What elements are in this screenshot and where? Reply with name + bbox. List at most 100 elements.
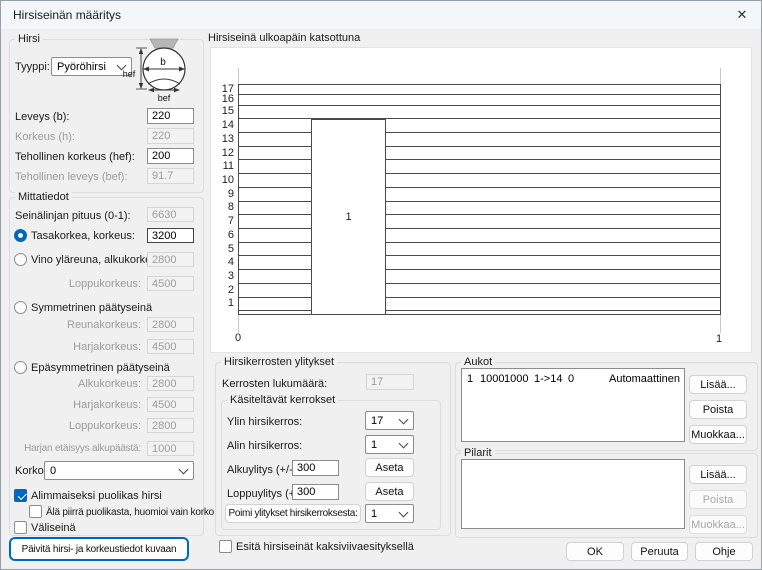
aukko-num: 1 xyxy=(467,373,473,385)
tasakorkea-label[interactable]: Tasakorkea, korkeus: xyxy=(31,230,135,242)
pilarit-lisaa-button[interactable]: Lisää... xyxy=(689,465,747,484)
kasiteltavat-group-title: Käsiteltävät kerrokset xyxy=(227,394,338,406)
alin-hirsikerros-combo[interactable]: 1 xyxy=(365,435,414,454)
alkukorkeus-input: 2800 xyxy=(147,376,194,391)
alkuylitys-label: Alkuylitys (+/-): xyxy=(227,464,299,476)
korkeus-label: Korkeus (h): xyxy=(15,131,75,143)
pilarit-listbox[interactable] xyxy=(461,459,685,529)
poimi-kerros-value: 1 xyxy=(371,508,377,520)
chevron-down-icon xyxy=(399,438,409,448)
korkeus-input: 220 xyxy=(147,128,194,144)
tehollinen-korkeus-label: Tehollinen korkeus (hef): xyxy=(15,151,135,163)
korko-label: Korko: xyxy=(15,465,47,477)
reunakorkeus-label: Reunakorkeus: xyxy=(15,319,141,331)
harjakorkeus2-label: Harjakorkeus: xyxy=(15,399,141,411)
tasakorkea-input[interactable]: 3200 xyxy=(147,228,194,243)
peruuta-button[interactable]: Peruuta xyxy=(631,542,688,561)
chevron-down-icon xyxy=(399,414,409,424)
symmetrinen-label[interactable]: Symmetrinen päätyseinä xyxy=(31,302,152,314)
aseta-loppu-button[interactable]: Aseta xyxy=(365,482,414,501)
puolikas-hirsi-label[interactable]: Alimmaiseksi puolikas hirsi xyxy=(31,490,162,502)
aukko-offset: 0 xyxy=(568,373,574,385)
aukko-height: 1000 xyxy=(504,373,528,385)
pilarit-group-title: Pilarit xyxy=(461,447,495,459)
ohje-button[interactable]: Ohje xyxy=(695,542,753,561)
poimi-ylitykset-button[interactable]: Poimi ylitykset hirsikerroksesta: xyxy=(225,504,361,523)
loppukorkeus2-input: 2800 xyxy=(147,418,194,433)
titlebar: Hirsiseinän määritys ✕ xyxy=(1,1,761,30)
checkmark-icon xyxy=(17,491,26,500)
harjan-etaisyys-label: Harjan etäisyys alkupäästä: xyxy=(15,443,141,454)
reunakorkeus-input: 2800 xyxy=(147,317,194,332)
harjakorkeus1-input: 4500 xyxy=(147,339,194,354)
tehollinen-leveys-input: 91.7 xyxy=(147,168,194,184)
diagram-b-label: b xyxy=(160,57,166,68)
seinalinja-label: Seinälinjan pituus (0-1): xyxy=(15,210,131,222)
chevron-down-icon xyxy=(399,507,409,517)
vino-ylareuna-input: 2800 xyxy=(147,252,194,267)
ylitykset-group-title: Hirsikerrosten ylitykset xyxy=(221,356,337,368)
log-cross-section-diagram: b bef hef xyxy=(119,37,195,105)
chevron-down-icon xyxy=(179,464,189,474)
valiseina-label[interactable]: Väliseinä xyxy=(31,522,76,534)
aukot-lisaa-button[interactable]: Lisää... xyxy=(689,375,747,394)
wall-axis-start-label: 0 xyxy=(231,332,245,344)
leveys-label: Leveys (b): xyxy=(15,111,69,123)
tehollinen-leveys-label: Tehollinen leveys (bef): xyxy=(15,171,128,183)
harjakorkeus2-input: 4500 xyxy=(147,397,194,412)
aseta-alku-button[interactable]: Aseta xyxy=(365,458,414,477)
harjakorkeus1-label: Harjakorkeus: xyxy=(15,341,141,353)
close-icon[interactable]: ✕ xyxy=(725,1,759,28)
aukko-type: Automaattinen xyxy=(609,373,680,385)
ylin-hirsikerros-combo[interactable]: 17 xyxy=(365,411,414,430)
opening-number-label: 1 xyxy=(311,119,386,314)
tyyppi-combo-value: Pyöröhirsi xyxy=(57,61,106,73)
vino-ylareuna-radio[interactable] xyxy=(14,253,27,266)
dialog-title: Hirsiseinän määritys xyxy=(13,1,121,29)
alkuylitys-input[interactable]: 300 xyxy=(292,460,339,476)
epasymmetrinen-radio[interactable] xyxy=(14,361,27,374)
alkukorkeus-label: Alkukorkeus: xyxy=(15,378,141,390)
ala-piirra-label[interactable]: Älä piirrä puolikasta, huomioi vain kork… xyxy=(46,507,214,518)
harjan-etaisyys-input: 1000 xyxy=(147,441,194,456)
aukot-poista-button[interactable]: Poista xyxy=(689,400,747,419)
wall-axis-end-label: 1 xyxy=(712,333,726,345)
symmetrinen-radio[interactable] xyxy=(14,301,27,314)
log-wall-dialog: Hirsiseinän määritys ✕ Hirsi Tyyppi: Pyö… xyxy=(0,0,762,570)
valiseina-checkbox[interactable] xyxy=(14,521,27,534)
vino-ylareuna-label[interactable]: Vino yläreuna, alkukorkeus: xyxy=(31,254,166,266)
pilarit-poista-button: Poista xyxy=(689,490,747,509)
alin-hirsikerros-label: Alin hirsikerros: xyxy=(227,440,302,452)
puolikas-hirsi-checkbox[interactable] xyxy=(14,489,27,502)
ala-piirra-checkbox[interactable] xyxy=(29,505,42,518)
tehollinen-korkeus-input[interactable]: 200 xyxy=(147,148,194,164)
drawing-title: Hirsiseinä ulkoapäin katsottuna xyxy=(208,32,360,44)
korko-combo[interactable]: 0 xyxy=(44,461,194,480)
mittatiedot-group-title: Mittatiedot xyxy=(15,191,72,203)
ok-button[interactable]: OK xyxy=(566,542,624,561)
aukot-listbox[interactable]: 1 1000 1000 1->14 0 Automaattinen xyxy=(461,368,685,442)
seinalinja-input: 6630 xyxy=(147,207,194,222)
pilarit-muokkaa-button: Muokkaa... xyxy=(689,515,747,534)
poimi-kerros-combo[interactable]: 1 xyxy=(365,504,414,523)
tasakorkea-radio[interactable] xyxy=(14,229,27,242)
aukko-list-item[interactable]: 1 1000 1000 1->14 0 Automaattinen xyxy=(462,373,684,386)
epasymmetrinen-label[interactable]: Epäsymmetrinen päätyseinä xyxy=(31,362,170,374)
loppukorkeus1-input: 4500 xyxy=(147,276,194,291)
loppukorkeus1-label: Loppukorkeus: xyxy=(15,278,141,290)
ylin-hirsikerros-label: Ylin hirsikerros: xyxy=(227,416,302,428)
kerrosten-lukumaara-input: 17 xyxy=(366,374,414,390)
tyyppi-label: Tyyppi: xyxy=(15,61,50,73)
aukot-group-title: Aukot xyxy=(461,356,495,368)
kaksiviiva-checkbox[interactable] xyxy=(219,540,232,553)
loppuylitys-input[interactable]: 300 xyxy=(292,484,339,500)
diagram-bef-label: bef xyxy=(158,93,171,103)
paivita-button[interactable]: Päivitä hirsi- ja korkeustiedot kuvaan xyxy=(10,538,188,560)
leveys-input[interactable]: 220 xyxy=(147,108,194,124)
ylin-hirsikerros-value: 17 xyxy=(371,415,383,427)
kaksiviiva-label[interactable]: Esitä hirsiseinät kaksiviivaesityksellä xyxy=(236,541,414,553)
loppukorkeus2-label: Loppukorkeus: xyxy=(15,420,141,432)
aukot-muokkaa-button[interactable]: Muokkaa... xyxy=(689,425,747,444)
wall-preview-canvas xyxy=(210,47,752,353)
alin-hirsikerros-value: 1 xyxy=(371,439,377,451)
